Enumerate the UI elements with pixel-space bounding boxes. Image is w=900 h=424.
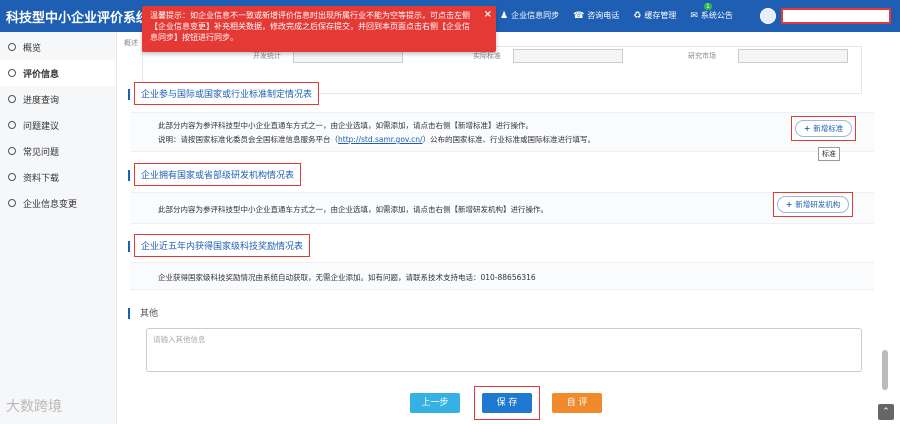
standards-desc: 此部分内容为参评科技型中小企业直通车方式之一，由企业选填，如需添加，请点击右侧【…: [158, 121, 533, 130]
sidebar-item-downloads[interactable]: 资料下载: [0, 164, 116, 190]
user-sync-icon: ♟: [500, 10, 509, 21]
sidebar-item-feedback[interactable]: 问题建议: [0, 112, 116, 138]
circle-icon: [8, 199, 16, 207]
add-rd-highlight: + 新增研发机构: [773, 192, 854, 217]
section-title-awards: 企业近五年内获得国家级科技奖励情况表: [134, 234, 311, 257]
add-rd-institution-button[interactable]: + 新增研发机构: [777, 196, 850, 213]
stub-label-2: 实际标准: [473, 52, 501, 60]
save-button[interactable]: 保 存: [482, 393, 532, 413]
tooltip: 标准: [818, 147, 840, 161]
nav-sync[interactable]: ♟ 企业信息同步: [500, 10, 559, 21]
section-marker: [128, 308, 130, 319]
circle-icon: [8, 43, 16, 51]
stub-input-2[interactable]: [513, 49, 623, 63]
avatar[interactable]: [760, 8, 776, 24]
standards-info-box: 此部分内容为参评科技型中小企业直通车方式之一，由企业选填，如需添加，请点击右侧【…: [130, 112, 874, 152]
app-title: 科技型中小企业评价系统: [6, 11, 150, 26]
user-name-box[interactable]: [781, 8, 891, 24]
other-info-textarea[interactable]: 请输入其他信息: [146, 328, 862, 372]
sidebar-item-company-change[interactable]: 企业信息变更: [0, 190, 116, 216]
circle-icon: [8, 121, 16, 129]
rd-info-box: 此部分内容为参评科技型中小企业直通车方式之一，由企业选填，如需添加，请点击右侧【…: [130, 192, 874, 224]
sidebar-item-overview[interactable]: 概览: [0, 34, 116, 60]
prev-button[interactable]: 上一步: [410, 393, 460, 413]
add-standard-button[interactable]: + 新增标准: [795, 120, 853, 137]
standards-link[interactable]: http://std.samr.gov.cn/: [338, 135, 423, 144]
self-evaluate-button[interactable]: 自 评: [552, 393, 602, 413]
circle-icon: [8, 173, 16, 181]
chevron-up-icon: ⌃: [882, 407, 890, 417]
close-icon[interactable]: ×: [484, 9, 492, 20]
top-nav: ♟ 企业信息同步 ☎ 咨询电话 ♻ 缓存管理 ✉ 系统公告: [500, 10, 733, 21]
scrollbar[interactable]: [882, 350, 888, 390]
watermark: 大数跨境: [6, 399, 62, 415]
stub-input-3[interactable]: [738, 49, 848, 63]
rd-desc: 此部分内容为参评科技型中小企业直通车方式之一，由企业选填，如需添加，请点击右侧【…: [158, 205, 548, 214]
recycle-icon: ♻: [633, 10, 642, 21]
plus-icon: +: [804, 124, 811, 133]
notice-badge: 1: [704, 3, 712, 10]
phone-icon: ☎: [573, 10, 585, 21]
section-marker: [128, 89, 130, 100]
breadcrumb: 概述: [124, 39, 138, 47]
toast-text: 温馨提示：如企业信息不一致或新增评价信息时出现所属行业不能为空等提示，可点击左侧…: [150, 11, 470, 42]
stub-label-1: 开发统计: [253, 52, 281, 60]
main-content: 概述 开发统计 实际标准 研究市场 企业参与国际或国家或行业标准制定情况表 此部…: [118, 32, 880, 424]
scroll-top-button[interactable]: ⌃: [878, 404, 894, 420]
sidebar-item-progress[interactable]: 进度查询: [0, 86, 116, 112]
awards-desc: 企业获得国家级科技奖励情况由系统自动获取，无需企业添加。如有问题，请联系技术支持…: [158, 273, 536, 282]
warning-toast: 温馨提示：如企业信息不一致或新增评价信息时出现所属行业不能为空等提示，可点击左侧…: [142, 6, 496, 52]
nav-notice[interactable]: ✉ 系统公告: [690, 10, 733, 21]
section-marker: [128, 170, 130, 181]
section-title-rd-institutions: 企业拥有国家或省部级研发机构情况表: [134, 163, 302, 186]
nav-consult[interactable]: ☎ 咨询电话: [573, 10, 619, 21]
section-marker: [128, 241, 130, 252]
circle-icon: [8, 147, 16, 155]
circle-icon: [8, 95, 16, 103]
awards-info-box: 企业获得国家级科技奖励情况由系统自动获取，无需企业添加。如有问题，请联系技术支持…: [130, 262, 874, 290]
plus-icon: +: [786, 200, 793, 209]
mail-icon: ✉: [690, 10, 698, 21]
nav-cache[interactable]: ♻ 缓存管理: [633, 10, 676, 21]
stub-label-3: 研究市场: [688, 52, 716, 60]
sidebar-item-faq[interactable]: 常见问题: [0, 138, 116, 164]
other-label: 其他: [140, 309, 159, 319]
add-standard-highlight: + 新增标准: [791, 116, 857, 141]
circle-icon: [8, 69, 16, 77]
sidebar-item-evaluation[interactable]: 评价信息: [0, 60, 116, 86]
standards-note: 说明：请按国家标准化委员会全国标准信息服务平台（http://std.samr.…: [158, 135, 596, 144]
sidebar: 概览 评价信息 进度查询 问题建议 常见问题 资料下载 企业信息变更: [0, 32, 117, 424]
section-title-standards: 企业参与国际或国家或行业标准制定情况表: [134, 82, 320, 105]
